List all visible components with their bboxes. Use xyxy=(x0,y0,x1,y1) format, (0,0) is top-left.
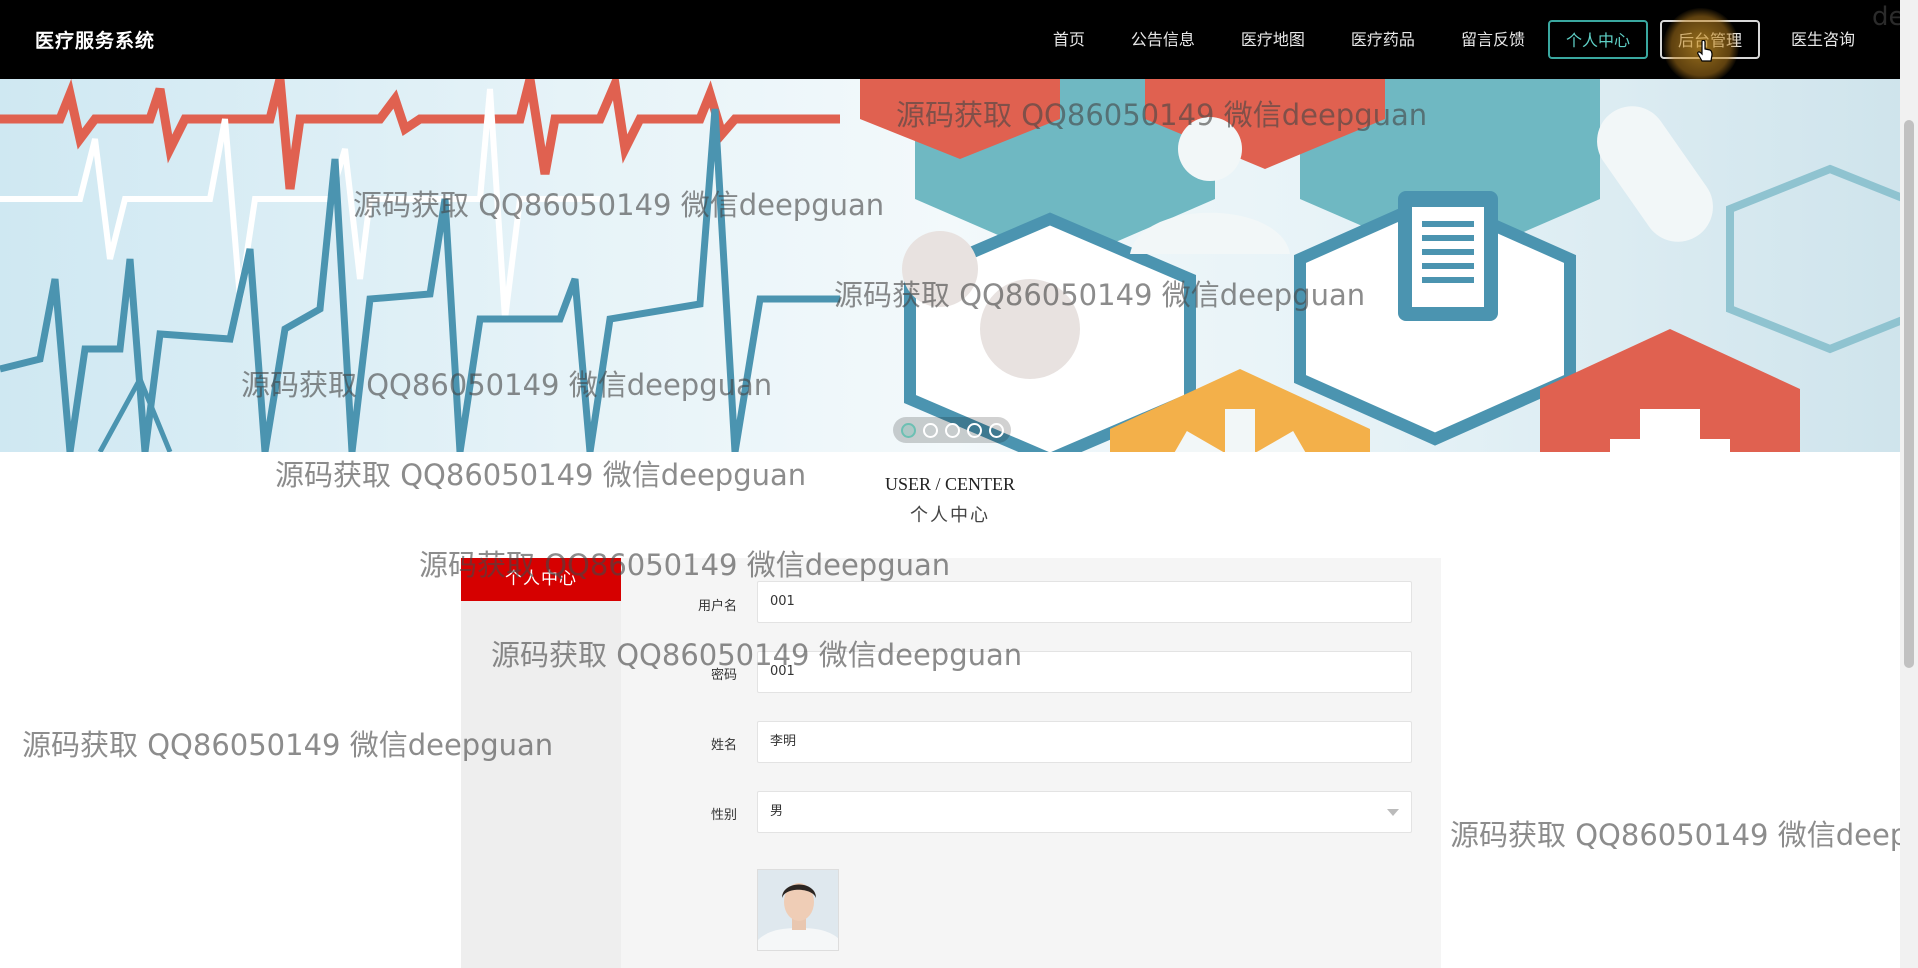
carousel-dot-2[interactable] xyxy=(922,422,938,438)
name-field[interactable]: 李明 xyxy=(757,721,1412,763)
password-field[interactable]: 001 xyxy=(757,651,1412,693)
hero-banner xyxy=(0,79,1900,452)
carousel-dot-3[interactable] xyxy=(944,422,960,438)
username-label: 用户名 xyxy=(697,599,737,614)
nav-admin-button[interactable]: 后台管理 xyxy=(1659,20,1760,59)
carousel-dot-4[interactable] xyxy=(966,422,982,438)
sidebar-item-user-center[interactable]: 个人中心 xyxy=(461,558,621,601)
section-title-cn: 个人中心 xyxy=(910,505,990,525)
password-label: 密码 xyxy=(710,668,737,683)
top-navbar: 医疗服务系统 首页 公告信息 医疗地图 医疗药品 留言反馈 个人中心 后台管理 … xyxy=(0,0,1900,79)
gender-select[interactable]: 男 xyxy=(757,791,1412,833)
nav-feedback[interactable]: 留言反馈 xyxy=(1438,20,1548,59)
username-field[interactable]: 001 xyxy=(757,581,1412,623)
chevron-down-icon xyxy=(1387,809,1399,816)
sidebar xyxy=(461,558,621,968)
carousel-dot-1[interactable] xyxy=(900,422,916,438)
app-title[interactable]: 医疗服务系统 xyxy=(35,26,155,53)
nav-user-center-button[interactable]: 个人中心 xyxy=(1547,20,1648,59)
carousel-dot-5[interactable] xyxy=(988,422,1004,438)
watermark-text: 源码获取 QQ86050149 微信deepg xyxy=(1450,818,1918,852)
scrollbar-thumb[interactable] xyxy=(1904,120,1914,668)
section-title-en: USER / CENTER xyxy=(884,474,1015,494)
avatar-photo xyxy=(758,870,838,950)
name-label: 姓名 xyxy=(710,738,737,753)
gender-value: 男 xyxy=(770,804,784,819)
medical-illustration xyxy=(0,79,1900,452)
main-nav: 首页 公告信息 医疗地图 医疗药品 留言反馈 个人中心 后台管理 医生咨询 xyxy=(1030,20,1878,59)
nav-medical-map[interactable]: 医疗地图 xyxy=(1218,20,1328,59)
nav-medicines[interactable]: 医疗药品 xyxy=(1328,20,1438,59)
carousel-indicators xyxy=(893,417,1011,443)
nav-announcements[interactable]: 公告信息 xyxy=(1108,20,1218,59)
nav-doctor-consult[interactable]: 医生咨询 xyxy=(1768,20,1878,59)
nav-home[interactable]: 首页 xyxy=(1030,20,1108,59)
avatar[interactable] xyxy=(757,869,839,951)
gender-label: 性别 xyxy=(710,808,737,823)
